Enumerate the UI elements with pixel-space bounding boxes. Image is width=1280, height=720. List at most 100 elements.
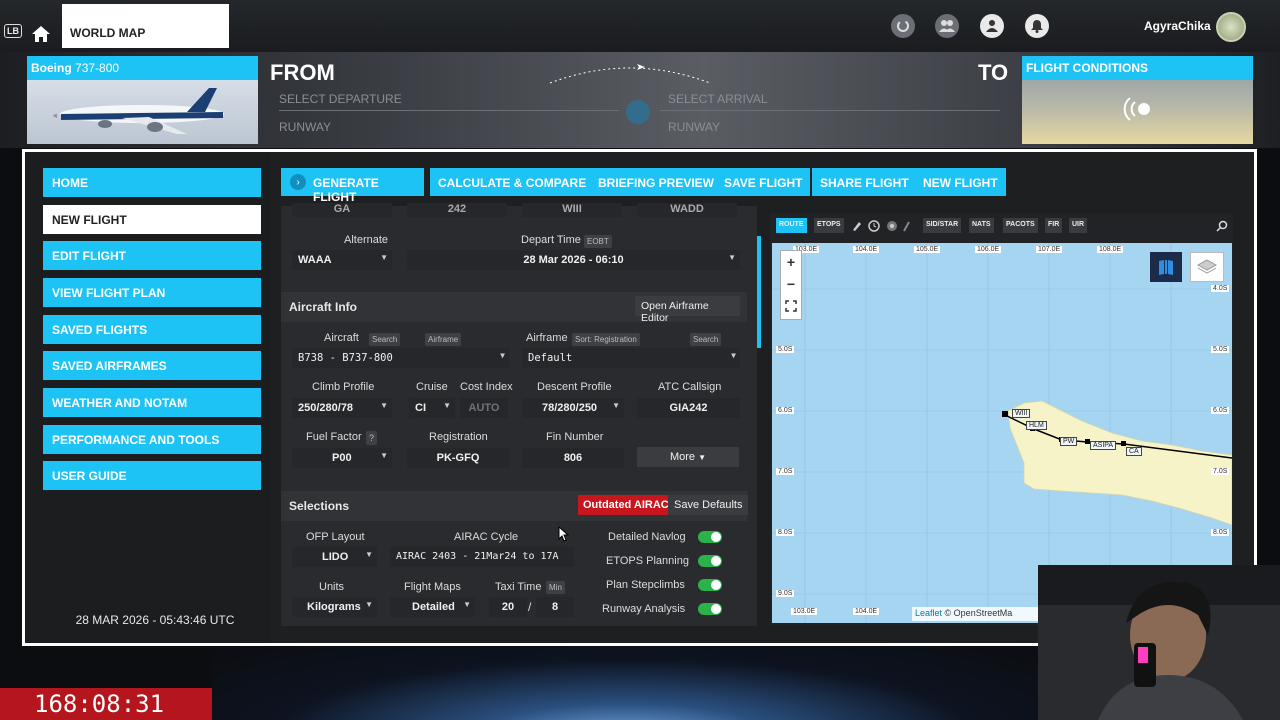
zoom-in-button[interactable]: +: [780, 251, 802, 273]
map-tool-nats[interactable]: NATS: [969, 218, 994, 233]
sidebar-item-performance-tools[interactable]: PERFORMANCE AND TOOLS: [43, 425, 261, 454]
waypoint-label[interactable]: WIII: [1012, 409, 1031, 418]
flight-number-field[interactable]: 242: [407, 203, 507, 217]
depart-time-select[interactable]: 28 Mar 2026 - 06:10 ▼: [407, 250, 740, 270]
descent-profile-select[interactable]: 78/280/250 ▼: [522, 398, 624, 418]
flight-conditions-card[interactable]: FLIGHT CONDITIONS: [1022, 56, 1253, 144]
waypoint-label[interactable]: CA: [1126, 447, 1142, 456]
open-airframe-editor-button[interactable]: Open Airframe Editor: [635, 296, 740, 324]
climb-profile-select[interactable]: 250/280/78 ▼: [292, 398, 392, 418]
airline-field[interactable]: GA: [292, 203, 392, 217]
map-tool-pacots[interactable]: PACOTS: [1003, 218, 1038, 233]
outdated-airac-badge[interactable]: Outdated AIRAC: [578, 495, 674, 515]
airframe-search-tag[interactable]: Search: [690, 333, 722, 346]
leaflet-link[interactable]: Leaflet: [915, 608, 942, 618]
mouse-cursor-icon: [558, 526, 570, 542]
eobt-tag[interactable]: EOBT: [584, 235, 612, 248]
lat-label: 8.0S: [776, 529, 795, 536]
waypoint-label[interactable]: HLM: [1026, 421, 1047, 430]
atc-callsign-input[interactable]: GIA242: [637, 398, 740, 418]
world-map-tab[interactable]: WORLD MAP: [62, 4, 229, 48]
etops-planning-toggle[interactable]: [698, 555, 722, 567]
detailed-navlog-toggle[interactable]: [698, 531, 722, 543]
flight-maps-select[interactable]: Detailed ▼: [390, 597, 475, 617]
sidebar-item-saved-flights[interactable]: SAVED FLIGHTS: [43, 315, 261, 344]
climb-profile-value: 250/280/78: [298, 402, 354, 414]
ofp-layout-select[interactable]: LIDO ▼: [292, 547, 377, 567]
lon-label: 107.0E: [1036, 246, 1063, 253]
calculate-compare-button[interactable]: CALCULATE & COMPARE: [430, 168, 595, 196]
select-arrival[interactable]: SELECT ARRIVAL: [668, 92, 768, 106]
aircraft-card[interactable]: Boeing 737-800: [27, 56, 258, 144]
to-label: TO: [978, 60, 1009, 85]
taxi-time-label: Taxi Time: [495, 581, 542, 593]
map-tool-sid-star[interactable]: SID/STAR: [923, 218, 962, 233]
taxi-unit-tag: Min: [546, 581, 565, 594]
share-flight-button[interactable]: SHARE FLIGHT: [812, 168, 917, 196]
sidebar-item-weather-notam[interactable]: WEATHER AND NOTAM: [43, 388, 261, 417]
waypoint-label[interactable]: PW: [1060, 437, 1078, 446]
map-search-icon[interactable]: [1216, 220, 1228, 232]
activity-icon[interactable]: [891, 14, 915, 38]
departure-field[interactable]: WIII: [522, 203, 622, 217]
runway-analysis-toggle[interactable]: [698, 603, 722, 615]
more-button[interactable]: More ▼: [637, 447, 739, 467]
save-flight-button[interactable]: SAVE FLIGHT: [716, 168, 811, 196]
sidebar-item-user-guide[interactable]: USER GUIDE: [43, 461, 261, 490]
map-tool-etops[interactable]: ETOPS: [814, 218, 844, 233]
taxi-in-input[interactable]: 8: [536, 597, 574, 617]
cruise-select[interactable]: CI ▼: [409, 398, 455, 418]
depart-time-value: 28 Mar 2026 - 06:10: [523, 254, 624, 266]
aircraft-search-tag[interactable]: Search: [369, 333, 401, 346]
sidebar-item-edit-flight[interactable]: EDIT FLIGHT: [43, 241, 261, 270]
arrival-field[interactable]: WADD: [637, 203, 737, 217]
save-defaults-button[interactable]: Save Defaults: [668, 495, 749, 515]
form-scrollbar[interactable]: [757, 236, 761, 348]
notifications-icon[interactable]: [1025, 14, 1049, 38]
more-label: More: [669, 451, 696, 463]
aircraft-airframe-tag[interactable]: Airframe: [425, 333, 462, 346]
aircraft-card-title: Boeing 737-800: [27, 56, 258, 80]
cruise-label: Cruise: [416, 381, 448, 393]
swap-icon[interactable]: [626, 100, 650, 124]
new-flight-button[interactable]: NEW FLIGHT: [915, 168, 1006, 196]
airframe-select[interactable]: Default ▼: [522, 348, 740, 368]
layers-button[interactable]: [1190, 252, 1224, 282]
waypoint-label[interactable]: ASIPA: [1090, 441, 1117, 450]
registration-input[interactable]: PK-GFQ: [407, 448, 509, 468]
map-tool-uir[interactable]: UIR: [1069, 218, 1088, 233]
units-select[interactable]: Kilograms ▼: [292, 597, 377, 617]
fin-number-input[interactable]: 806: [522, 448, 624, 468]
cost-index-input[interactable]: AUTO: [460, 398, 508, 418]
fuel-factor-select[interactable]: P00 ▼: [292, 448, 392, 468]
sidebar-item-view-flight-plan[interactable]: VIEW FLIGHT PLAN: [43, 278, 261, 307]
aircraft-select[interactable]: B738 - B737-800 ▼: [292, 348, 509, 368]
departure-runway[interactable]: RUNWAY: [279, 120, 331, 134]
select-departure[interactable]: SELECT DEPARTURE: [279, 92, 402, 106]
sidebar-item-home[interactable]: HOME: [43, 168, 261, 197]
plan-stepclimbs-toggle[interactable]: [698, 579, 722, 591]
map-style-button[interactable]: [1150, 252, 1182, 282]
sort-registration-select[interactable]: Sort: Registration: [572, 333, 640, 346]
lon-label: 103.0E: [791, 608, 818, 615]
home-icon[interactable]: [30, 24, 52, 44]
profile-icon[interactable]: [980, 14, 1004, 38]
sidebar-item-new-flight[interactable]: NEW FLIGHT: [43, 205, 261, 234]
map-tool-route[interactable]: ROUTE: [776, 218, 807, 233]
help-icon[interactable]: ?: [366, 431, 378, 445]
username[interactable]: AgyraChika: [1144, 19, 1211, 33]
map-draw-tools-icon[interactable]: [851, 219, 911, 233]
airac-cycle-select[interactable]: AIRAC 2403 - 21Mar24 to 17A: [390, 547, 574, 567]
taxi-out-input[interactable]: 20: [489, 597, 527, 617]
map-tool-fir[interactable]: FIR: [1045, 218, 1063, 233]
fullscreen-icon[interactable]: [780, 295, 802, 317]
briefing-preview-button[interactable]: BRIEFING PREVIEW: [590, 168, 723, 196]
osm-link[interactable]: © OpenStreetMa: [945, 608, 1013, 618]
sidebar-item-saved-airframes[interactable]: SAVED AIRFRAMES: [43, 351, 261, 380]
avatar[interactable]: [1216, 12, 1246, 42]
arrival-runway[interactable]: RUNWAY: [668, 120, 720, 134]
zoom-out-button[interactable]: −: [780, 273, 802, 295]
ofp-layout-value: LIDO: [322, 551, 349, 563]
friends-icon[interactable]: [935, 14, 959, 38]
alternate-select[interactable]: WAAA ▼: [292, 250, 392, 270]
